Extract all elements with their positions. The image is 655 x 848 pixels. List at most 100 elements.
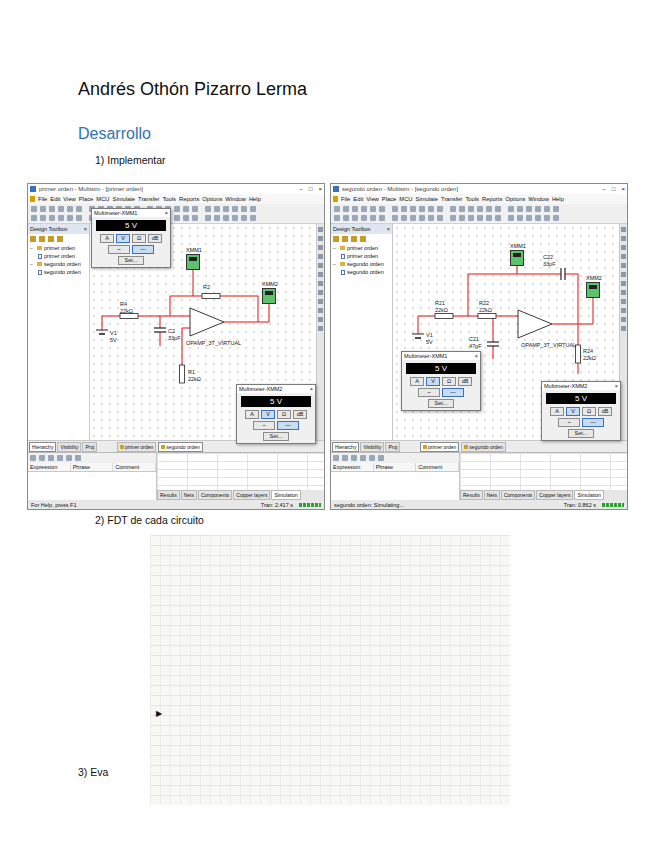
wire[interactable]	[193, 270, 194, 296]
tool-icon[interactable]	[517, 215, 523, 221]
menu-item[interactable]: Edit	[50, 195, 60, 203]
menu-item[interactable]: View	[366, 195, 378, 203]
tool-icon[interactable]	[67, 206, 73, 212]
tool-icon[interactable]	[174, 206, 180, 212]
tool-icon[interactable]	[450, 215, 456, 221]
tool-icon[interactable]	[437, 215, 443, 221]
menu-item[interactable]: Reports	[482, 195, 502, 203]
part-label[interactable]: R422kΩ	[120, 301, 133, 314]
tool-icon[interactable]	[508, 215, 514, 221]
spreadsheet-tab[interactable]: Components	[198, 490, 232, 500]
tool-icon[interactable]	[370, 215, 376, 221]
expander-icon[interactable]: −	[333, 244, 338, 252]
capacitor-symbol[interactable]	[561, 268, 565, 280]
tool-icon[interactable]	[495, 215, 501, 221]
tool-icon[interactable]	[392, 206, 398, 212]
instrument-tool-icon[interactable]	[621, 317, 626, 322]
toolbox-tab[interactable]: Proj	[385, 442, 400, 452]
tool-icon[interactable]	[223, 215, 229, 221]
tool-icon[interactable]	[535, 215, 541, 221]
tool-icon[interactable]	[49, 215, 55, 221]
mode-button[interactable]: V	[261, 410, 275, 419]
tool-icon[interactable]	[535, 206, 541, 212]
instrument-tool-icon[interactable]	[621, 263, 626, 268]
resistor-symbol[interactable]	[478, 314, 496, 319]
tool-icon[interactable]	[351, 455, 357, 461]
tool-icon[interactable]	[544, 215, 550, 221]
menu-item[interactable]: Tools	[162, 195, 176, 203]
tool-icon[interactable]	[250, 215, 256, 221]
tool-icon[interactable]	[352, 215, 358, 221]
tool-icon[interactable]	[40, 215, 46, 221]
tool-icon[interactable]	[437, 206, 443, 212]
tool-icon[interactable]	[31, 215, 37, 221]
menu-item[interactable]: Window	[528, 195, 549, 203]
tool-icon[interactable]	[334, 206, 340, 212]
tool-icon[interactable]	[30, 236, 36, 242]
spreadsheet-tab[interactable]: Nets	[181, 490, 197, 500]
part-label[interactable]: R2222kΩ	[479, 300, 492, 313]
tree-item[interactable]: −segundo orden	[331, 260, 392, 268]
menu-item[interactable]: Simulate	[113, 195, 136, 203]
instrument-tool-icon[interactable]	[621, 308, 626, 313]
tree-item[interactable]: segundo orden	[331, 268, 392, 276]
instrument-tool-icon[interactable]	[318, 308, 323, 313]
wire[interactable]	[578, 363, 579, 374]
spreadsheet-tab[interactable]: Results	[157, 490, 180, 500]
tree-item[interactable]: −primer orden	[331, 244, 392, 252]
column-header[interactable]: Phrase	[374, 463, 417, 471]
menu-item[interactable]: Simulate	[416, 195, 439, 203]
part-label[interactable]: R122kΩ	[188, 369, 201, 382]
tool-icon[interactable]	[553, 206, 559, 212]
part-label[interactable]: R2422kΩ	[583, 348, 596, 361]
wire[interactable]	[220, 296, 258, 322]
part-label[interactable]: R2122kΩ	[435, 300, 448, 313]
instrument-tool-icon[interactable]	[318, 326, 323, 331]
wire[interactable]	[224, 304, 269, 322]
tool-icon[interactable]	[48, 455, 54, 461]
tool-icon[interactable]	[450, 206, 456, 212]
wire[interactable]	[496, 316, 518, 317]
column-header[interactable]: Comment	[113, 463, 156, 471]
multimeter-window[interactable]: Multimeter-XMM2×5 VAVΩdB~—Set...	[236, 384, 316, 444]
mode-button[interactable]: A	[100, 234, 114, 243]
mode-button[interactable]: A	[245, 410, 259, 419]
part-label[interactable]: C2147pF	[469, 336, 482, 349]
wire[interactable]	[418, 316, 435, 334]
mode-button[interactable]: V	[566, 407, 580, 416]
tool-icon[interactable]	[67, 215, 73, 221]
tool-icon[interactable]	[419, 206, 425, 212]
tool-icon[interactable]	[223, 206, 229, 212]
tool-icon[interactable]	[192, 215, 198, 221]
mode-button[interactable]: V	[116, 234, 130, 243]
menu-item[interactable]: Help	[552, 195, 564, 203]
part-label[interactable]: V15V	[110, 330, 117, 343]
tool-icon[interactable]	[486, 215, 492, 221]
spreadsheet-tab[interactable]: Copper layers	[233, 490, 270, 500]
column-header[interactable]: Expression	[28, 463, 71, 471]
toolbox-tab[interactable]: Hierarchy	[29, 442, 56, 452]
tool-icon[interactable]	[342, 236, 348, 242]
tool-icon[interactable]	[401, 215, 407, 221]
set-button[interactable]: Set...	[428, 399, 455, 408]
mode-button[interactable]: Ω	[582, 407, 596, 416]
instrument-tool-icon[interactable]	[621, 326, 626, 331]
tool-icon[interactable]	[517, 206, 523, 212]
mode-button[interactable]: Ω	[132, 234, 146, 243]
instrument-tool-icon[interactable]	[318, 290, 323, 295]
instrument-tool-icon[interactable]	[318, 272, 323, 277]
window-control[interactable]: –	[300, 185, 303, 193]
menu-item[interactable]: Transfer	[138, 195, 159, 203]
expander-icon[interactable]: −	[30, 260, 35, 268]
tool-icon[interactable]	[410, 206, 416, 212]
wire[interactable]	[182, 328, 190, 365]
tool-icon[interactable]	[66, 455, 72, 461]
window-control[interactable]: –	[603, 185, 606, 193]
tool-icon[interactable]	[401, 206, 407, 212]
wire[interactable]	[102, 316, 120, 330]
instrument-tool-icon[interactable]	[318, 254, 323, 259]
tool-icon[interactable]	[75, 455, 81, 461]
tool-icon[interactable]	[334, 215, 340, 221]
instrument-tool-icon[interactable]	[318, 245, 323, 250]
wire[interactable]	[160, 332, 161, 346]
